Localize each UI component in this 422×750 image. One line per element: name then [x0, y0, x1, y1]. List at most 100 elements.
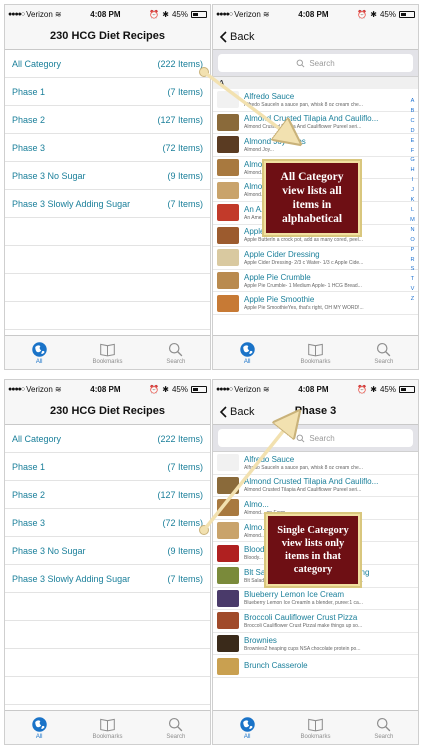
- tab-search[interactable]: Search: [350, 711, 418, 744]
- index-letter[interactable]: O: [410, 236, 414, 246]
- recipe-row[interactable]: Blueberry Lemon Ice Cream Blueberry Lemon…: [213, 588, 418, 611]
- search-icon: [169, 717, 183, 731]
- recipe-text: Almond Joy Bites Almond Joy...: [244, 137, 414, 153]
- tab-search[interactable]: Search: [142, 336, 210, 369]
- recipe-row[interactable]: Brunch Casserole: [213, 655, 418, 678]
- battery-icon: [398, 385, 415, 393]
- tab-all[interactable]: All: [5, 336, 73, 369]
- recipe-title: Blueberry Lemon Ice Cream: [244, 590, 345, 600]
- tab-bookmarks[interactable]: Bookmarks: [73, 711, 141, 744]
- category-row-phase-3-no-sugar[interactable]: Phase 3 No Sugar (9 Items): [5, 162, 210, 190]
- index-letter[interactable]: Z: [411, 295, 414, 305]
- index-letter[interactable]: I: [412, 176, 414, 186]
- recipe-row[interactable]: Alfredo Sauce Alfredo Sauceln a sauce pan…: [213, 89, 418, 112]
- back-label: Back: [230, 405, 255, 418]
- recipe-title: Almond Crusted Tilapia And Cauliflo...: [244, 114, 379, 124]
- category-row-phase-1[interactable]: Phase 1 (7 Items): [5, 453, 210, 481]
- category-count: (72 Items): [162, 142, 203, 153]
- recipe-title: Brownies: [244, 635, 277, 645]
- category-count: (127 Items): [157, 114, 203, 125]
- alarm-icon: ⏰: [357, 9, 368, 19]
- search-placeholder: Search: [309, 433, 335, 443]
- index-letter[interactable]: J: [411, 186, 414, 196]
- tab-search[interactable]: Search: [350, 336, 418, 369]
- back-button[interactable]: Back: [219, 398, 254, 425]
- index-letter[interactable]: A: [411, 97, 415, 107]
- category-row-phase-2[interactable]: Phase 2 (127 Items): [5, 106, 210, 134]
- tab-bookmarks[interactable]: Bookmarks: [281, 336, 349, 369]
- recipe-thumbnail: [217, 226, 239, 244]
- category-row-phase-1[interactable]: Phase 1 (7 Items): [5, 78, 210, 106]
- category-row-phase-3[interactable]: Phase 3 (72 Items): [5, 509, 210, 537]
- recipe-row[interactable]: Apple Cider Dressing Apple Cider Dressing…: [213, 247, 418, 270]
- index-letter[interactable]: R: [410, 256, 414, 266]
- category-count: (7 Items): [167, 573, 203, 584]
- index-letter[interactable]: P: [411, 246, 415, 256]
- book-icon: [308, 718, 323, 731]
- search-input[interactable]: Search: [218, 429, 413, 447]
- recipe-row[interactable]: Apple Pie Crumble Apple Pie Crumble- 1 Me…: [213, 270, 418, 293]
- recipe-row[interactable]: Almond Crusted Tilapia And Cauliflo... Al…: [213, 112, 418, 135]
- category-label: Phase 1: [12, 461, 46, 472]
- index-letter[interactable]: S: [411, 265, 415, 275]
- recipe-row[interactable]: Broccoli Cauliflower Crust Pizza Broccoli…: [213, 610, 418, 633]
- category-label: Phase 3 Slowly Adding Sugar: [12, 198, 131, 209]
- tab-all[interactable]: All: [5, 711, 73, 744]
- tab-all[interactable]: All: [213, 336, 281, 369]
- recipe-thumbnail: [217, 589, 239, 607]
- index-letter[interactable]: D: [410, 127, 414, 137]
- index-letter[interactable]: M: [410, 216, 415, 226]
- battery-icon: [398, 10, 415, 18]
- index-letter[interactable]: V: [411, 285, 415, 295]
- category-count: (7 Items): [167, 461, 203, 472]
- category-row-all[interactable]: All Category (222 Items): [5, 425, 210, 453]
- tab-label: All: [243, 733, 251, 740]
- recipe-row[interactable]: Alfredo Sauce Alfredo Sauceln a sauce pan…: [213, 452, 418, 475]
- index-letter[interactable]: H: [410, 166, 414, 176]
- battery-percent: 45%: [171, 384, 188, 394]
- recipe-description: Brownies2 heaping cups NSA chocolate pro…: [244, 645, 361, 652]
- index-letter[interactable]: B: [411, 107, 415, 117]
- tab-search[interactable]: Search: [142, 711, 210, 744]
- index-letter[interactable]: T: [411, 275, 414, 285]
- category-label: All Category: [12, 58, 62, 69]
- recipe-text: Blueberry Lemon Ice Cream Blueberry Lemon…: [244, 590, 414, 606]
- recipe-row[interactable]: Brownies Brownies2 heaping cups NSA choco…: [213, 633, 418, 656]
- category-row-phase-3-slowly-adding-sugar[interactable]: Phase 3 Slowly Adding Sugar (7 Items): [5, 565, 210, 593]
- index-letter[interactable]: C: [410, 117, 414, 127]
- alphabet-index[interactable]: ABCDEFGHIJKLMNOPRSTVZ: [408, 97, 417, 305]
- book-icon: [308, 343, 323, 356]
- recipe-text: Almond Crusted Tilapia And Cauliflo... Al…: [244, 114, 414, 130]
- back-label: Back: [230, 30, 255, 43]
- index-letter[interactable]: E: [411, 137, 415, 147]
- index-letter[interactable]: F: [411, 147, 414, 157]
- empty-row: [5, 677, 210, 705]
- screen-home-bottom: ●●●●○ Verizon ≋ 4:08 PM ⏰ ✱ 45% 230 HCG Diet…: [4, 379, 211, 745]
- category-row-phase-2[interactable]: Phase 2 (127 Items): [5, 481, 210, 509]
- recipe-thumbnail: [217, 499, 239, 517]
- recipe-row[interactable]: Almond Crusted Tilapia And Cauliflo... Al…: [213, 475, 418, 498]
- index-letter[interactable]: N: [410, 226, 414, 236]
- category-row-phase-3-no-sugar[interactable]: Phase 3 No Sugar (9 Items): [5, 537, 210, 565]
- recipe-row[interactable]: Apple Pie Smoothie Apple Pie SmoothieYes,…: [213, 292, 418, 315]
- index-letter[interactable]: K: [411, 196, 415, 206]
- recipe-row[interactable]: Almond Joy Bites Almond Joy...: [213, 134, 418, 157]
- category-row-phase-3-slowly-adding-sugar[interactable]: Phase 3 Slowly Adding Sugar (7 Items): [5, 190, 210, 218]
- tab-all[interactable]: All: [213, 711, 281, 744]
- tab-bookmarks[interactable]: Bookmarks: [281, 711, 349, 744]
- back-button[interactable]: Back: [219, 23, 254, 50]
- category-label: Phase 1: [12, 86, 46, 97]
- category-row-phase-3[interactable]: Phase 3 (72 Items): [5, 134, 210, 162]
- tab-bookmarks[interactable]: Bookmarks: [73, 336, 141, 369]
- tab-label: Search: [166, 358, 186, 365]
- recipe-description: Almond Crusted Tilapia And Cauliflower P…: [244, 487, 362, 494]
- category-label: Phase 3 No Sugar: [12, 545, 86, 556]
- search-icon: [296, 434, 305, 442]
- battery-percent: 45%: [379, 384, 396, 394]
- index-letter[interactable]: L: [411, 206, 414, 216]
- bluetooth-icon: ✱: [370, 384, 377, 394]
- search-input[interactable]: Search: [218, 54, 413, 72]
- tab-label: Bookmarks: [92, 358, 123, 365]
- index-letter[interactable]: G: [410, 156, 414, 166]
- category-row-all[interactable]: All Category (222 Items): [5, 50, 210, 78]
